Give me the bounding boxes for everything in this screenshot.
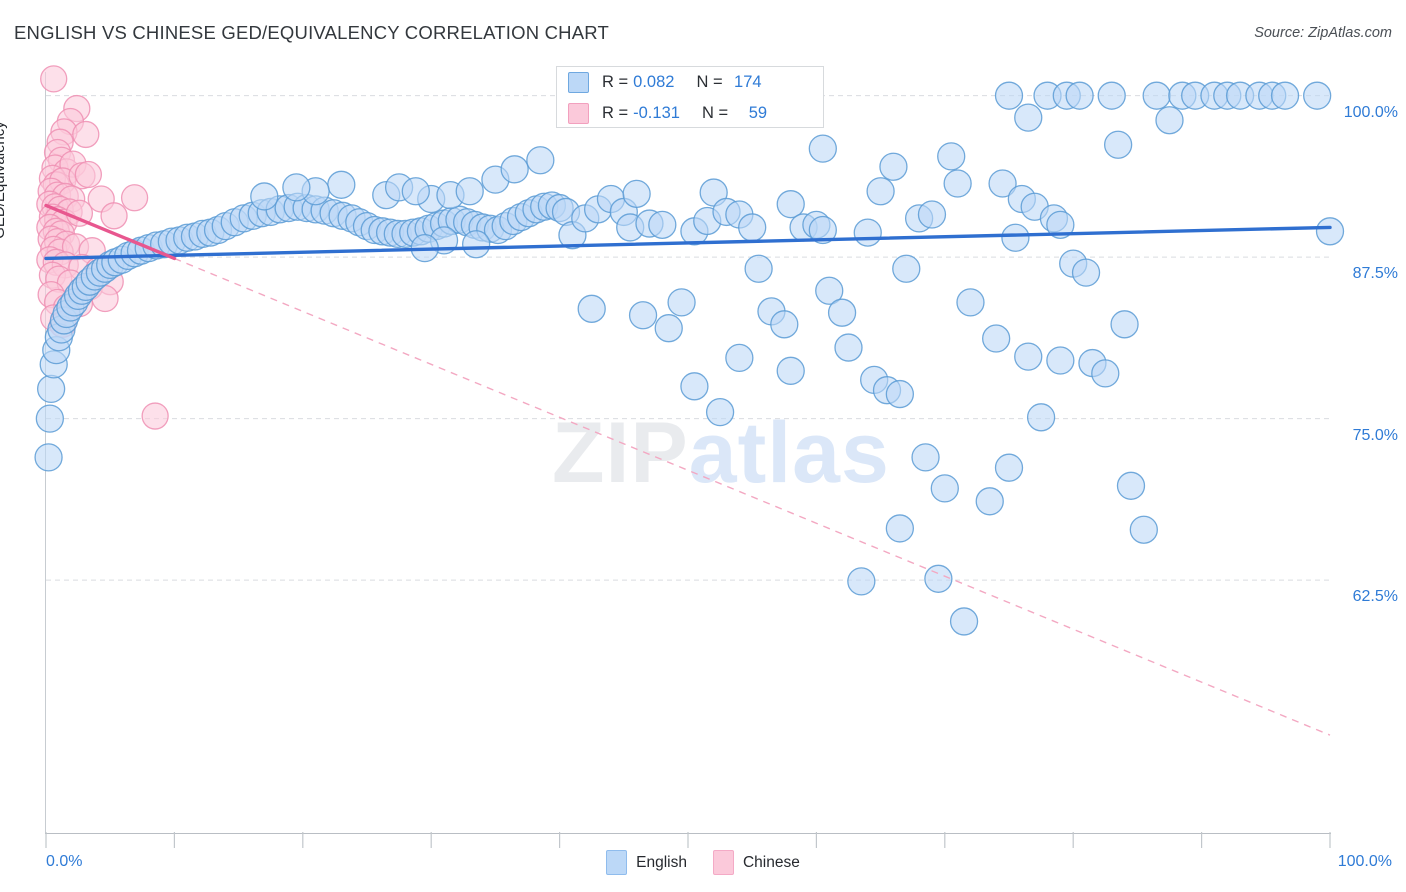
y-tick-label: 100.0% bbox=[1343, 103, 1398, 121]
y-axis-label: GED/Equivalency bbox=[0, 121, 8, 239]
plot-area bbox=[34, 65, 1345, 848]
english-n-label: N = bbox=[696, 73, 723, 91]
chinese-legend-label: Chinese bbox=[742, 853, 800, 871]
y-tick-label: 75.0% bbox=[1352, 426, 1398, 444]
source-attribution: Source: ZipAtlas.com bbox=[1254, 25, 1392, 41]
chinese-legend-swatch-icon bbox=[712, 850, 734, 875]
chinese-r-label: R = bbox=[602, 104, 629, 122]
correlation-chart: ENGLISH VS CHINESE GED/EQUIVALENCY CORRE… bbox=[0, 0, 1406, 892]
english-r-value: 0.082 bbox=[633, 73, 675, 91]
scatter-svg bbox=[34, 65, 1345, 848]
y-tick-label: 62.5% bbox=[1352, 588, 1398, 606]
y-tick-label: 87.5% bbox=[1352, 265, 1398, 283]
legend-item-chinese[interactable]: Chinese bbox=[712, 850, 800, 875]
english-legend-swatch-icon bbox=[606, 850, 628, 875]
chinese-r-value: -0.131 bbox=[633, 104, 680, 122]
english-swatch-icon bbox=[568, 72, 589, 93]
english-r-label: R = bbox=[602, 73, 629, 91]
series-legend: English Chinese bbox=[0, 850, 1406, 875]
english-legend-label: English bbox=[636, 853, 687, 871]
page-title: ENGLISH VS CHINESE GED/EQUIVALENCY CORRE… bbox=[14, 22, 609, 43]
stats-row-english: R = 0.082 N = 174 bbox=[557, 67, 823, 98]
english-n-value: 174 bbox=[734, 73, 762, 91]
stats-row-chinese: R = -0.131 N = 59 bbox=[557, 98, 823, 129]
chinese-n-label: N = bbox=[701, 104, 729, 122]
legend-item-english[interactable]: English bbox=[606, 850, 687, 875]
stats-legend-box: R = 0.082 N = 174 R = -0.131 N = 59 bbox=[556, 66, 824, 128]
chinese-swatch-icon bbox=[568, 103, 589, 124]
chinese-n-value: 59 bbox=[748, 104, 768, 122]
